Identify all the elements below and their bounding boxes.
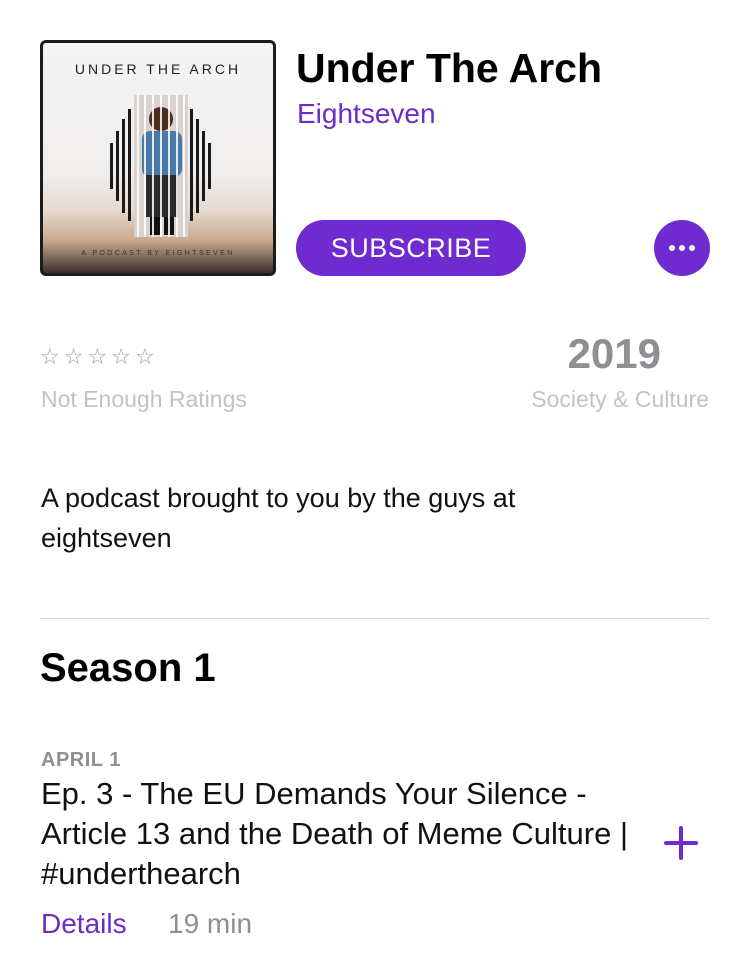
- episode-details-link[interactable]: Details: [41, 906, 127, 942]
- artwork-title: UNDER THE ARCH: [74, 61, 242, 77]
- star-icon: ☆: [63, 344, 84, 369]
- star-icon: ☆: [111, 344, 131, 369]
- more-options-button[interactable]: [654, 220, 710, 276]
- genre-label: Society & Culture: [531, 386, 709, 412]
- podcast-author-link[interactable]: Eightseven: [297, 97, 436, 131]
- rating-stars[interactable]: ☆ ☆ ☆ ☆ ☆: [40, 344, 155, 370]
- subscribe-button[interactable]: SUBSCRIBE: [296, 220, 526, 276]
- star-icon: ☆: [40, 344, 60, 369]
- star-icon: ☆: [87, 344, 108, 369]
- ratings-label: Not Enough Ratings: [41, 386, 247, 412]
- season-heading: Season 1: [40, 646, 216, 690]
- podcast-title: Under The Arch: [296, 45, 603, 91]
- ellipsis-icon: [679, 245, 685, 251]
- plus-icon[interactable]: [664, 826, 698, 860]
- podcast-description: A podcast brought to you by the guys at …: [41, 483, 516, 553]
- podcast-artwork[interactable]: UNDER THE ARCH A PODCAST BY EIGHTSEVEN: [40, 40, 276, 276]
- section-divider: [40, 618, 710, 619]
- episode-title[interactable]: Ep. 3 - The EU Demands Your Silence - Ar…: [41, 774, 641, 894]
- release-year: 2019: [567, 330, 661, 377]
- star-icon: ☆: [134, 344, 155, 369]
- episode-date: APRIL 1: [41, 749, 121, 771]
- ellipsis-icon: [689, 245, 695, 251]
- ellipsis-icon: [669, 245, 675, 251]
- artwork-subtitle: A PODCAST BY EIGHTSEVEN: [81, 250, 235, 257]
- episode-duration: 19 min: [168, 908, 253, 939]
- artwork-figure-image: [110, 95, 211, 237]
